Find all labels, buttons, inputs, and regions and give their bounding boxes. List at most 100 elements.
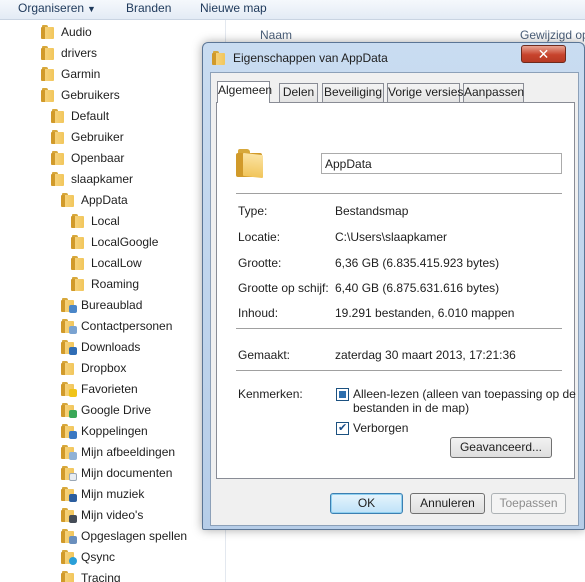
tree-item-mijn-muziek[interactable]: Mijn muziek (61, 484, 144, 504)
tree-item-koppelingen[interactable]: Koppelingen (61, 421, 148, 441)
contents-label: Inhoud: (238, 306, 279, 320)
advanced-button[interactable]: Geavanceerd... (450, 437, 552, 458)
size-on-disk-value: 6,40 GB (6.875.631.616 bytes) (335, 281, 500, 295)
column-header-name[interactable]: Naam (260, 28, 292, 42)
tree-item-label: Audio (61, 25, 92, 39)
tree-item-favorieten[interactable]: Favorieten (61, 379, 138, 399)
folder-icon (51, 130, 64, 144)
documents-folder-icon (61, 466, 77, 481)
folder-icon (71, 214, 84, 228)
tree-item-default[interactable]: Default (51, 106, 109, 126)
column-header-modified[interactable]: Gewijzigd op (520, 28, 585, 42)
folder-icon (71, 256, 84, 270)
tree-item-gebruikers[interactable]: Gebruikers (41, 85, 120, 105)
tab-aanpassen[interactable]: Aanpassen (463, 83, 524, 102)
tree-item-downloads[interactable]: Downloads (61, 337, 140, 357)
general-tab-panel: Type: Bestandsmap Locatie: C:\Users\slaa… (216, 102, 578, 479)
tree-item-audio[interactable]: Audio (41, 22, 92, 42)
tree-item-drivers[interactable]: drivers (41, 43, 97, 63)
tree-item-label: Contactpersonen (81, 319, 173, 333)
tree-item-dropbox[interactable]: Dropbox (61, 358, 126, 378)
size-on-disk-label: Grootte op schijf: (238, 281, 329, 295)
new-folder-button[interactable]: Nieuwe map (200, 1, 267, 15)
folder-icon (61, 571, 74, 582)
tab-algemeen[interactable]: Algemeen (217, 81, 272, 103)
tab-vorige-versies[interactable]: Vorige versies (387, 83, 463, 102)
tree-item-appdata[interactable]: AppData (61, 190, 128, 210)
videos-folder-icon (61, 508, 77, 523)
tree-item-mijn-documenten[interactable]: Mijn documenten (61, 463, 172, 483)
folder-icon (41, 46, 54, 60)
tree-item-qsync[interactable]: Qsync (61, 547, 115, 567)
tree-item-local[interactable]: Local (71, 211, 120, 231)
readonly-checkbox[interactable] (336, 388, 349, 401)
downloads-folder-icon (61, 340, 77, 355)
tree-item-label: Tracing (81, 571, 121, 582)
folder-icon (61, 193, 74, 207)
tree-item-label: LocalLow (91, 256, 142, 270)
tree-item-mijn-videos[interactable]: Mijn video's (61, 505, 143, 525)
tab-beveiliging[interactable]: Beveiliging (322, 83, 384, 102)
burn-button[interactable]: Branden (126, 1, 171, 15)
hidden-checkbox-label[interactable]: Verborgen (353, 421, 578, 435)
tree-item-label: Opgeslagen spellen (81, 529, 188, 543)
tree-item-label: Openbaar (71, 151, 125, 165)
contents-value: 19.291 bestanden, 6.010 mappen (335, 306, 515, 320)
tree-item-label: Gebruikers (61, 88, 120, 102)
organize-label: Organiseren (18, 1, 85, 15)
navigation-pane[interactable]: Audio drivers Garmin Gebruikers Default … (0, 20, 226, 582)
hidden-checkbox[interactable] (336, 421, 349, 435)
tree-item-label: Mijn documenten (81, 466, 173, 480)
divider (236, 193, 562, 195)
folder-icon (51, 151, 64, 165)
tree-item-tracing[interactable]: Tracing (61, 568, 121, 582)
tree-item-label: Gebruiker (71, 130, 124, 144)
tree-item-garmin[interactable]: Garmin (41, 64, 100, 84)
organize-menu[interactable]: Organiseren ▼ (18, 1, 96, 16)
cancel-button[interactable]: Annuleren (410, 493, 485, 514)
command-bar: Organiseren ▼ Branden Nieuwe map (0, 0, 585, 20)
tree-item-bureaublad[interactable]: Bureaublad (61, 295, 142, 315)
tree-item-label: Garmin (61, 67, 101, 81)
readonly-checkbox-label[interactable]: Alleen-lezen (alleen van toepassing op d… (353, 387, 578, 415)
tree-item-localgoogle[interactable]: LocalGoogle (71, 232, 158, 252)
tree-item-label: Google Drive (81, 403, 152, 417)
desktop-folder-icon (61, 298, 77, 313)
tree-item-roaming[interactable]: Roaming (71, 274, 139, 294)
tree-item-gebruiker[interactable]: Gebruiker (51, 127, 124, 147)
tree-item-label: Mijn afbeeldingen (81, 445, 176, 459)
ok-button[interactable]: OK (330, 493, 403, 514)
tree-item-openbaar[interactable]: Openbaar (51, 148, 124, 168)
tree-item-opgeslagen-spellen[interactable]: Opgeslagen spellen (61, 526, 187, 546)
tree-item-google-drive[interactable]: Google Drive (61, 400, 151, 420)
saved-games-folder-icon (61, 529, 77, 544)
close-icon: ✕ (537, 46, 550, 62)
tree-item-mijn-afbeeldingen[interactable]: Mijn afbeeldingen (61, 442, 175, 462)
tree-item-label: Local (91, 214, 120, 228)
apply-button[interactable]: Toepassen (491, 493, 566, 514)
tab-delen[interactable]: Delen (279, 83, 318, 102)
tree-item-slaapkamer[interactable]: slaapkamer (51, 169, 133, 189)
folder-icon (51, 109, 64, 123)
tree-item-label: Downloads (81, 340, 141, 354)
tree-item-locallow[interactable]: LocalLow (71, 253, 142, 273)
pictures-folder-icon (61, 445, 77, 460)
divider (236, 370, 562, 372)
tree-item-label: Mijn video's (81, 508, 144, 522)
size-label: Grootte: (238, 256, 282, 270)
type-label: Type: (238, 204, 268, 218)
tree-item-contactpersonen[interactable]: Contactpersonen (61, 316, 172, 336)
type-value: Bestandsmap (335, 204, 409, 218)
dialog-body: Algemeen Delen Beveiliging Vorige versie… (210, 72, 579, 526)
folder-icon (41, 88, 54, 102)
links-folder-icon (61, 424, 77, 439)
folder-name-input[interactable] (321, 153, 562, 174)
google-drive-folder-icon (61, 403, 77, 418)
tree-item-label: Dropbox (81, 361, 127, 375)
created-label: Gemaakt: (238, 348, 291, 362)
close-button[interactable]: ✕ (521, 45, 566, 63)
chevron-down-icon: ▼ (87, 4, 96, 14)
folder-icon (236, 149, 266, 179)
tree-item-label: Favorieten (81, 382, 138, 396)
tree-item-label: LocalGoogle (91, 235, 159, 249)
